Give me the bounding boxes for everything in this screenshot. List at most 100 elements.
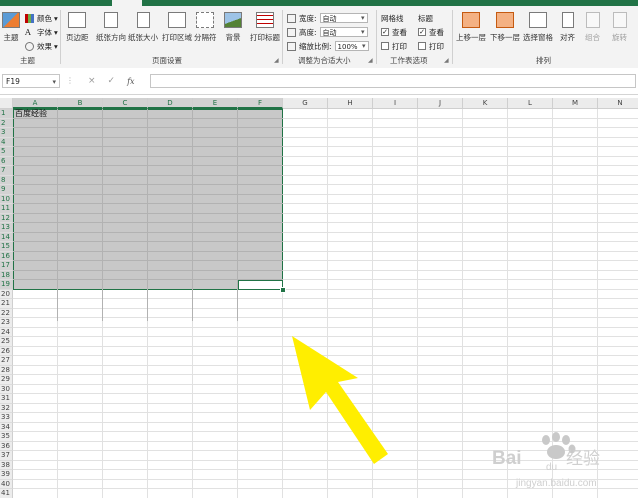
row-header-41[interactable]: 41 (0, 489, 13, 498)
fill-handle[interactable] (280, 286, 286, 293)
headings-view-checkbox[interactable]: ✓ 查看 (418, 26, 444, 38)
row-header-14[interactable]: 14 (0, 232, 13, 242)
row-header-22[interactable]: 22 (0, 308, 13, 318)
cell-a1[interactable]: 百度经验 (15, 109, 47, 118)
row-header-13[interactable]: 13 (0, 223, 13, 233)
row-header-27[interactable]: 27 (0, 356, 13, 366)
row-header-29[interactable]: 29 (0, 375, 13, 385)
column-header-n[interactable]: N (598, 98, 638, 109)
row-header-31[interactable]: 31 (0, 394, 13, 404)
column-header-f[interactable]: F (238, 98, 283, 109)
height-control[interactable]: 高度: 自动 (287, 26, 368, 38)
row-header-36[interactable]: 36 (0, 441, 13, 451)
height-dropdown[interactable]: 自动 (319, 27, 368, 37)
gridlines-print-checkbox[interactable]: 打印 (381, 40, 407, 52)
row-header-15[interactable]: 15 (0, 242, 13, 252)
row-header-38[interactable]: 38 (0, 460, 13, 470)
column-header-g[interactable]: G (283, 98, 328, 109)
breaks-button[interactable]: 分隔符 (194, 12, 217, 43)
row-header-8[interactable]: 8 (0, 175, 13, 185)
row-header-34[interactable]: 34 (0, 422, 13, 432)
row-header-5[interactable]: 5 (0, 147, 13, 157)
active-cell-f19[interactable] (238, 280, 283, 290)
gridlines-view-checkbox[interactable]: ✓ 查看 (381, 26, 407, 38)
row-header-9[interactable]: 9 (0, 185, 13, 195)
column-header-a[interactable]: A (13, 98, 58, 109)
group-button[interactable]: 组合 (585, 12, 600, 43)
select-all-button[interactable] (0, 98, 13, 109)
column-header-h[interactable]: H (328, 98, 373, 109)
send-backward-label: 下移一层 (490, 33, 520, 42)
scale-spinner[interactable]: 100% (334, 41, 369, 51)
row-header-17[interactable]: 17 (0, 261, 13, 271)
rotate-button[interactable]: 旋转 (612, 12, 627, 43)
row-header-7[interactable]: 7 (0, 166, 13, 176)
send-backward-button[interactable]: 下移一层 (490, 12, 520, 43)
fonts-button[interactable]: A 字体 ▾ (25, 26, 58, 38)
row-header-12[interactable]: 12 (0, 213, 13, 223)
row-header-33[interactable]: 33 (0, 413, 13, 423)
sheet-options-launcher-icon[interactable]: ◢ (444, 57, 449, 64)
column-header-k[interactable]: K (463, 98, 508, 109)
row-header-37[interactable]: 37 (0, 451, 13, 461)
selection-gridline-vertical (192, 109, 193, 321)
align-button[interactable]: 对齐 (560, 12, 575, 43)
baidu-jingyan-watermark: Bai du 经验 jingyan.baidu.com (492, 432, 600, 489)
row-header-16[interactable]: 16 (0, 251, 13, 261)
formula-input[interactable] (150, 74, 636, 88)
margins-button[interactable]: 页边距 (66, 12, 89, 43)
column-header-m[interactable]: M (553, 98, 598, 109)
row-header-25[interactable]: 25 (0, 337, 13, 347)
column-header-e[interactable]: E (193, 98, 238, 109)
row-header-30[interactable]: 30 (0, 384, 13, 394)
width-control[interactable]: 宽度: 自动 (287, 12, 368, 24)
row-header-35[interactable]: 35 (0, 432, 13, 442)
bring-forward-button[interactable]: 上移一层 (456, 12, 486, 43)
row-header-19[interactable]: 19 (0, 280, 13, 290)
enter-icon[interactable]: ✓ (108, 76, 116, 86)
column-header-c[interactable]: C (103, 98, 148, 109)
column-header-j[interactable]: J (418, 98, 463, 109)
row-header-4[interactable]: 4 (0, 137, 13, 147)
row-header-26[interactable]: 26 (0, 346, 13, 356)
orientation-button[interactable]: 纸张方向 (96, 12, 126, 43)
row-header-11[interactable]: 11 (0, 204, 13, 214)
row-header-32[interactable]: 32 (0, 403, 13, 413)
background-button[interactable]: 背景 (224, 12, 242, 43)
row-header-24[interactable]: 24 (0, 327, 13, 337)
name-box[interactable]: F19 (2, 74, 60, 89)
row-header-40[interactable]: 40 (0, 479, 13, 489)
row-header-3[interactable]: 3 (0, 128, 13, 138)
gridlines-print-label: 打印 (392, 41, 407, 51)
row-header-21[interactable]: 21 (0, 299, 13, 309)
effects-button[interactable]: 效果 ▾ (25, 40, 58, 52)
row-header-23[interactable]: 23 (0, 318, 13, 328)
row-header-20[interactable]: 20 (0, 289, 13, 299)
column-header-b[interactable]: B (58, 98, 103, 109)
row-header-1[interactable]: 1 (0, 109, 13, 119)
cancel-icon[interactable]: × (88, 76, 96, 86)
row-header-2[interactable]: 2 (0, 118, 13, 128)
print-area-button[interactable]: 打印区域 (162, 12, 192, 43)
colors-button[interactable]: 颜色 ▾ (25, 12, 58, 24)
row-header-10[interactable]: 10 (0, 194, 13, 204)
column-header-d[interactable]: D (148, 98, 193, 109)
scale-launcher-icon[interactable]: ◢ (368, 57, 373, 64)
row-header-28[interactable]: 28 (0, 365, 13, 375)
insert-function-icon[interactable]: fx (127, 77, 134, 86)
group-label: 组合 (585, 33, 600, 42)
column-header-i[interactable]: I (373, 98, 418, 109)
selection-pane-button[interactable]: 选择窗格 (523, 12, 553, 43)
row-header-39[interactable]: 39 (0, 470, 13, 480)
width-dropdown[interactable]: 自动 (319, 13, 368, 23)
formula-bar: F19 ⋮ × ✓ fx (0, 68, 638, 95)
page-setup-launcher-icon[interactable]: ◢ (274, 57, 279, 64)
column-header-l[interactable]: L (508, 98, 553, 109)
print-titles-button[interactable]: 打印标题 (250, 12, 280, 43)
row-header-18[interactable]: 18 (0, 270, 13, 280)
themes-button[interactable]: 主题 (2, 12, 20, 43)
scale-control[interactable]: 缩放比例: 100% (287, 40, 369, 52)
headings-print-checkbox[interactable]: 打印 (418, 40, 444, 52)
row-header-6[interactable]: 6 (0, 156, 13, 166)
size-button[interactable]: 纸张大小 (128, 12, 158, 43)
